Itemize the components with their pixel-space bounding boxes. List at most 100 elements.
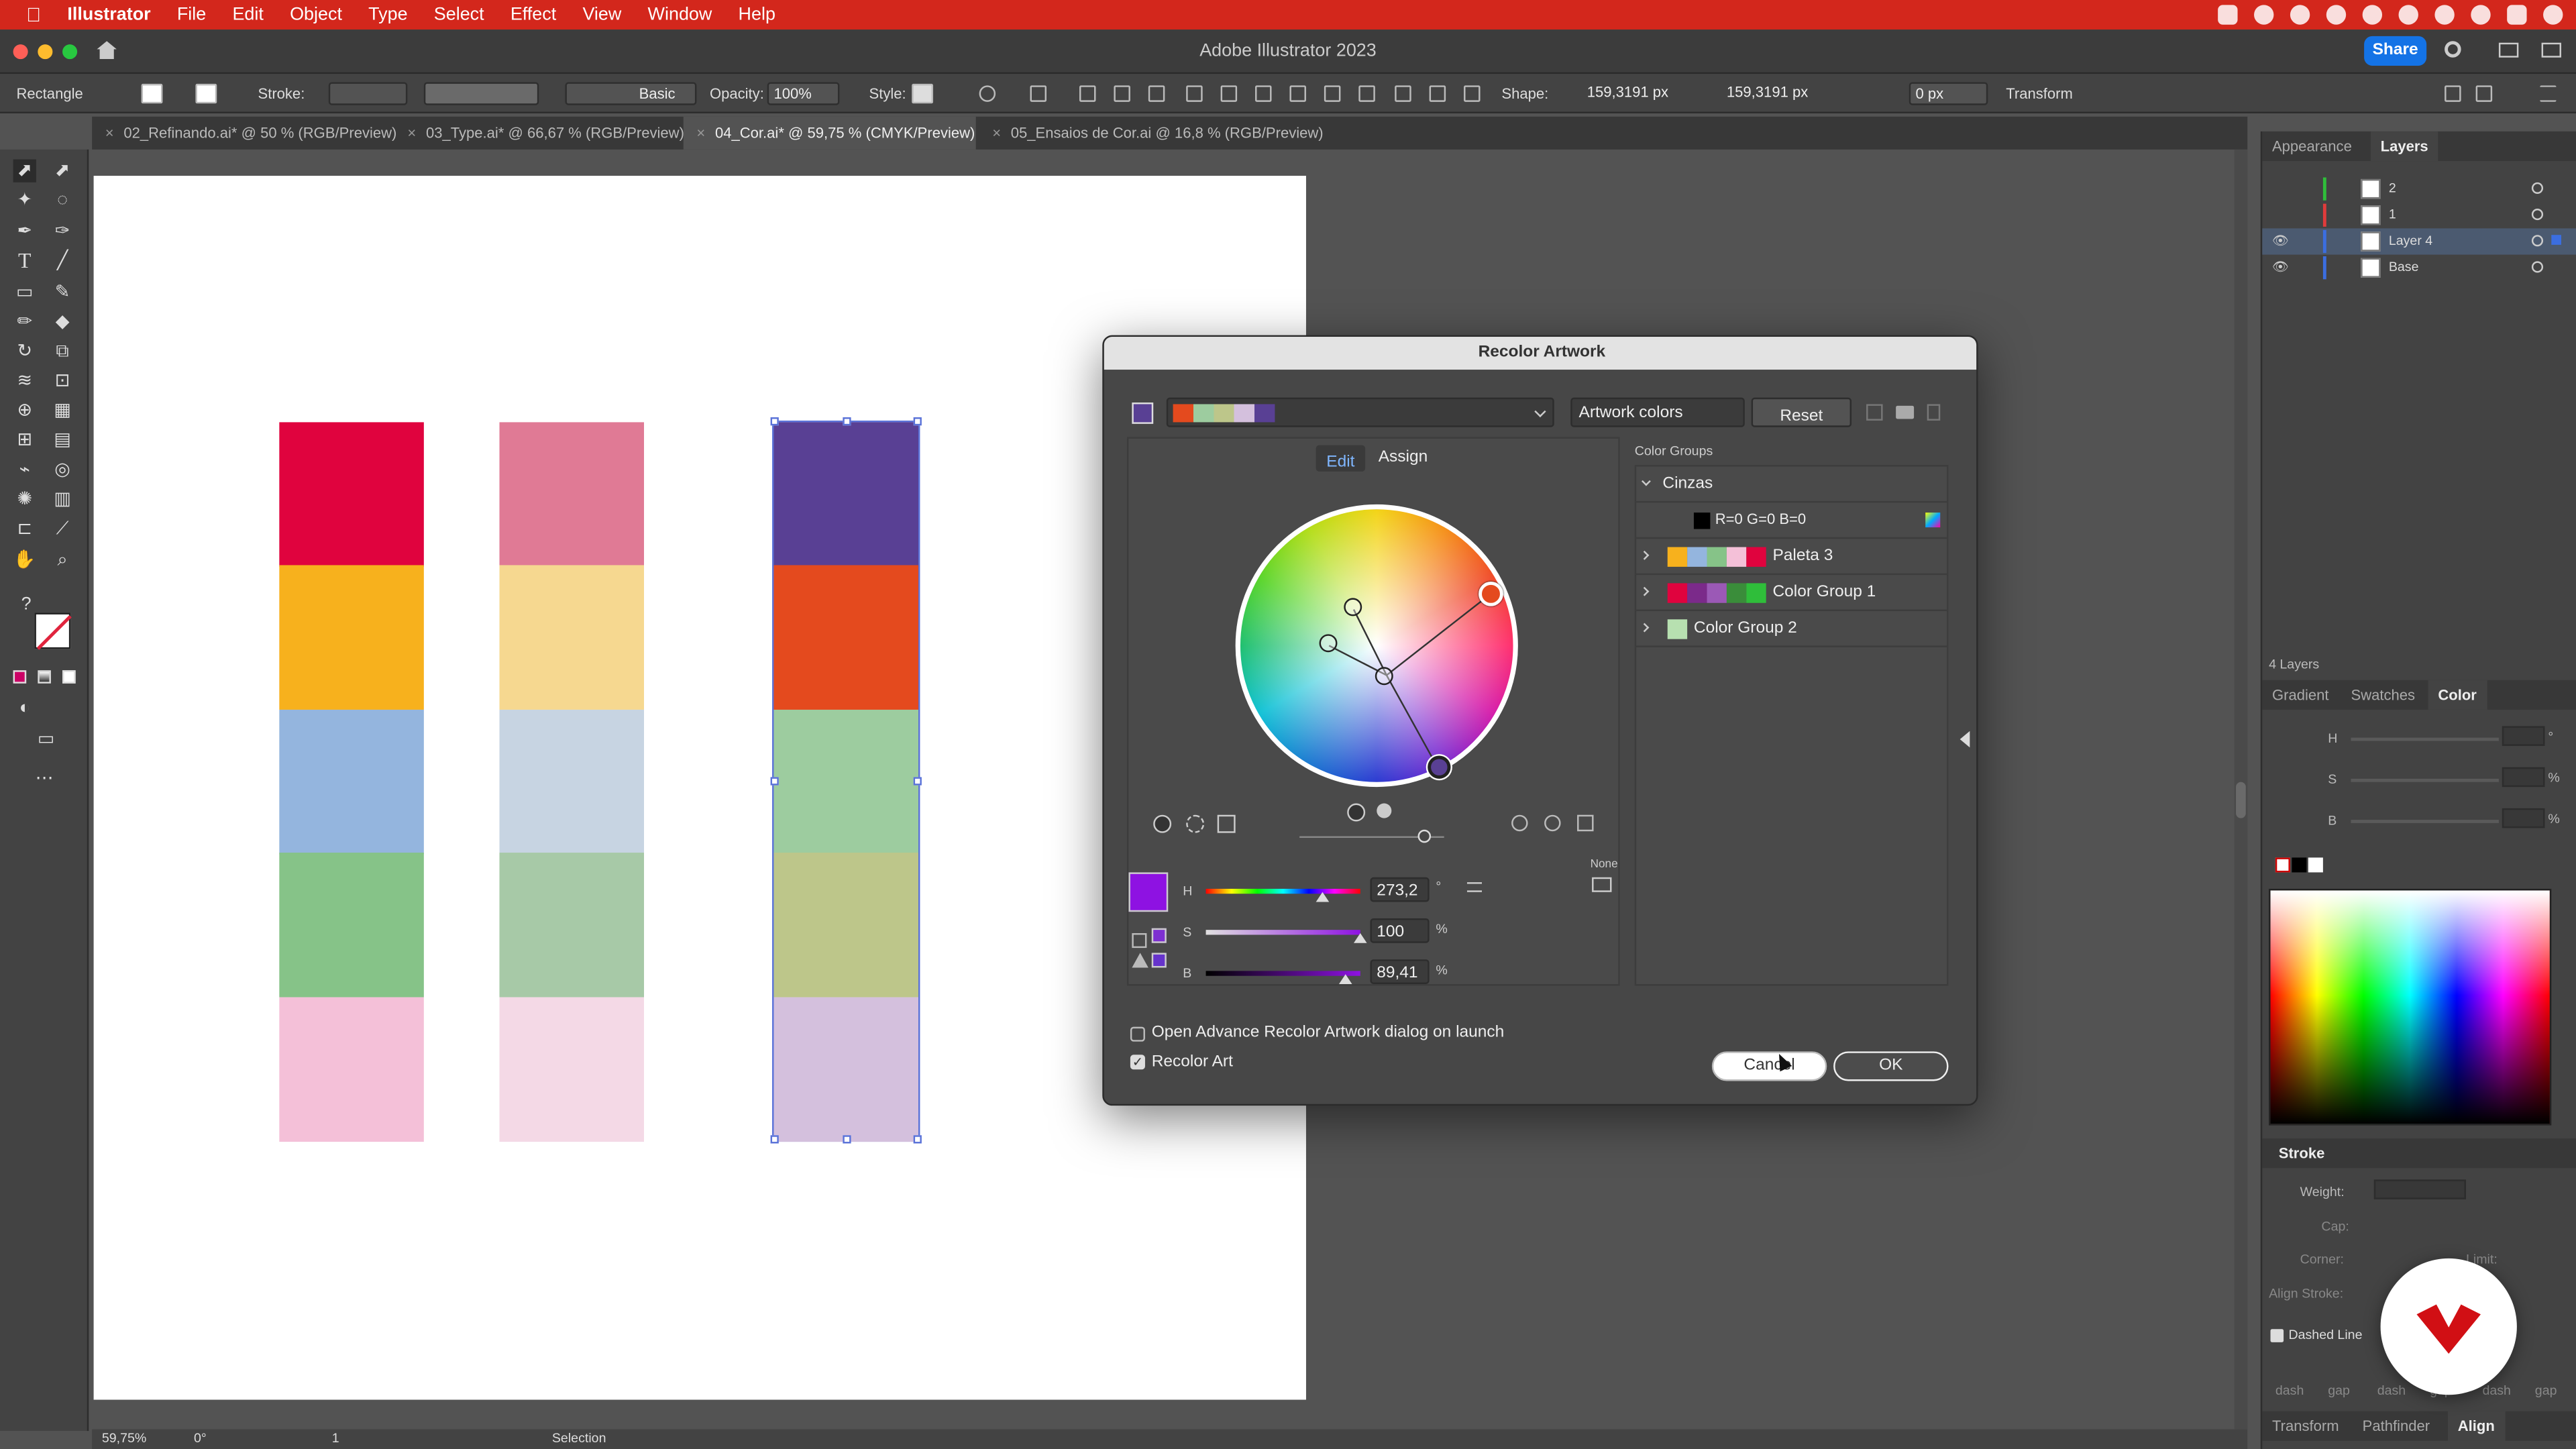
color-swatch-rect[interactable]	[279, 422, 424, 567]
zoom-level[interactable]: 59,75%	[102, 1431, 146, 1446]
chevron-down-icon[interactable]	[1641, 476, 1651, 486]
align-top-icon[interactable]	[1186, 85, 1203, 102]
variable-width-profile[interactable]	[423, 82, 539, 105]
distribute-bottom-icon[interactable]	[1358, 85, 1375, 102]
tab-edit[interactable]: Edit	[1316, 445, 1366, 472]
tab-swatches[interactable]: Swatches	[2341, 680, 2425, 710]
selection-handle[interactable]	[770, 777, 779, 786]
color-handle[interactable]	[1375, 667, 1393, 686]
screen-mode-icon[interactable]: ▭	[33, 728, 59, 751]
menu-view[interactable]: View	[570, 5, 635, 24]
color-mode-menu-icon[interactable]	[1466, 882, 1482, 892]
distribute-top-icon[interactable]	[1289, 85, 1306, 102]
tab-color[interactable]: Color	[2428, 680, 2487, 710]
color-grid-icon[interactable]	[1592, 877, 1612, 892]
selection-handle[interactable]	[913, 1135, 922, 1144]
layer-row-layer-4[interactable]: 👁 Layer 4	[2262, 228, 2576, 255]
isolate-icon[interactable]	[2445, 85, 2461, 102]
color-swatch-rect[interactable]	[279, 566, 424, 710]
h-field[interactable]: 273,2	[1370, 877, 1430, 902]
color-swatch-rect[interactable]	[499, 709, 645, 854]
menu-edit[interactable]: Edit	[219, 5, 277, 24]
tab-transform[interactable]: Transform	[2262, 1411, 2349, 1441]
hand-tool-icon[interactable]: ✋	[13, 549, 36, 572]
stroke-weight-field[interactable]	[2373, 1179, 2466, 1199]
tab-refinando[interactable]: × 02_Refinando.ai* @ 50 % (RGB/Preview)	[92, 117, 397, 150]
color-spectrum[interactable]	[2269, 888, 2552, 1126]
color-swatch-rect[interactable]	[279, 853, 424, 998]
free-transform-tool-icon[interactable]: ⊡	[51, 370, 74, 392]
corner-radius-field[interactable]: 0 px	[1909, 82, 1988, 105]
selection-tool-icon[interactable]: ⬈	[13, 159, 36, 182]
chevron-right-icon[interactable]	[1640, 623, 1650, 633]
scroll-thumb[interactable]	[2236, 782, 2246, 818]
control-center-icon[interactable]	[2507, 5, 2527, 25]
target-icon[interactable]	[2531, 209, 2544, 221]
vertical-scrollbar[interactable]	[2234, 149, 2248, 1430]
wifi-icon[interactable]	[2434, 5, 2455, 25]
menu-help[interactable]: Help	[725, 5, 789, 24]
selection-handle[interactable]	[843, 417, 851, 426]
curvature-tool-icon[interactable]: ✑	[51, 220, 74, 243]
recolor-icon[interactable]	[979, 85, 996, 102]
share-button[interactable]: Share	[2364, 36, 2427, 66]
color-h-field[interactable]	[2502, 726, 2545, 746]
add-color-tool-icon[interactable]	[1511, 814, 1528, 832]
eraser-tool-icon[interactable]: ◆	[51, 311, 74, 333]
stroke-panel-title[interactable]: Stroke	[2269, 1138, 2334, 1168]
web-safe-swatch[interactable]	[1151, 953, 1167, 968]
transform-link[interactable]: Transform	[2006, 85, 2073, 101]
color-swatch-rect[interactable]	[279, 709, 424, 854]
rectangle-tool-icon[interactable]: ▭	[13, 281, 36, 304]
gradient-tool-icon[interactable]: ▤	[51, 429, 74, 451]
tab-assign[interactable]: Assign	[1379, 449, 1428, 467]
align-center-icon[interactable]	[1114, 85, 1130, 102]
dashed-line-checkbox[interactable]	[2270, 1329, 2284, 1342]
menu-window[interactable]: Window	[635, 5, 725, 24]
creative-cloud-icon[interactable]	[2254, 5, 2274, 25]
color-palette-dropdown[interactable]	[1166, 397, 1554, 427]
distribute-center-icon[interactable]	[1429, 85, 1446, 102]
eye-icon[interactable]: 👁	[2272, 260, 2289, 274]
color-b-field[interactable]	[2502, 808, 2545, 828]
graphic-style-swatch[interactable]	[912, 83, 934, 104]
gradient-mode-icon[interactable]	[38, 670, 51, 684]
gear-icon[interactable]	[2326, 5, 2347, 25]
color-swatch-rect[interactable]	[499, 566, 645, 710]
siri-icon[interactable]	[2543, 5, 2563, 25]
black-swatch[interactable]	[2292, 857, 2307, 873]
pencil-tool-icon[interactable]: ✏	[13, 311, 36, 333]
apple-icon[interactable]: 	[0, 3, 54, 26]
selection-handle[interactable]	[770, 1135, 779, 1144]
none-mode-icon[interactable]	[62, 670, 76, 684]
graph-tool-icon[interactable]: ▥	[51, 488, 74, 511]
swatch-column-3[interactable]	[772, 420, 920, 1142]
artboard-tool-icon[interactable]: ⊏	[13, 517, 36, 540]
base-color-handle[interactable]	[1479, 581, 1503, 606]
perspective-grid-tool-icon[interactable]: ▦	[51, 399, 74, 422]
none-swatch[interactable]	[2275, 857, 2290, 873]
distribute-middle-icon[interactable]	[1324, 85, 1341, 102]
group-child-black[interactable]: R=0 G=0 B=0	[1634, 502, 1947, 539]
mesh-tool-icon[interactable]: ⊞	[13, 429, 36, 451]
layer-row-base[interactable]: 👁 Base	[2262, 255, 2576, 281]
color-swatch-rect[interactable]	[773, 853, 918, 998]
blend-tool-icon[interactable]: ◎	[51, 458, 74, 481]
acrobat-icon[interactable]	[2218, 5, 2238, 25]
align-left-icon[interactable]	[1079, 85, 1096, 102]
selected-color-handle[interactable]	[1428, 755, 1451, 779]
color-swatch-rect[interactable]	[499, 853, 645, 998]
segmented-wheel-icon[interactable]	[1186, 814, 1205, 833]
tab-type[interactable]: × 03_Type.ai* @ 66,67 % (RGB/Preview)	[394, 117, 684, 150]
align-right-icon[interactable]	[1148, 85, 1165, 102]
tab-cor[interactable]: × 04_Cor.ai* @ 59,75 % (CMYK/Preview)	[683, 116, 976, 150]
selection-handle[interactable]	[913, 417, 922, 426]
ok-button[interactable]: OK	[1833, 1051, 1949, 1081]
search-icon[interactable]	[2471, 5, 2491, 25]
artboard-number[interactable]: 1	[332, 1431, 339, 1446]
target-icon[interactable]	[2531, 235, 2544, 247]
layer-row-2[interactable]: 2	[2262, 176, 2576, 202]
distribute-left-icon[interactable]	[1395, 85, 1411, 102]
color-group-chip[interactable]	[1132, 402, 1154, 424]
selection-handle[interactable]	[913, 777, 922, 786]
